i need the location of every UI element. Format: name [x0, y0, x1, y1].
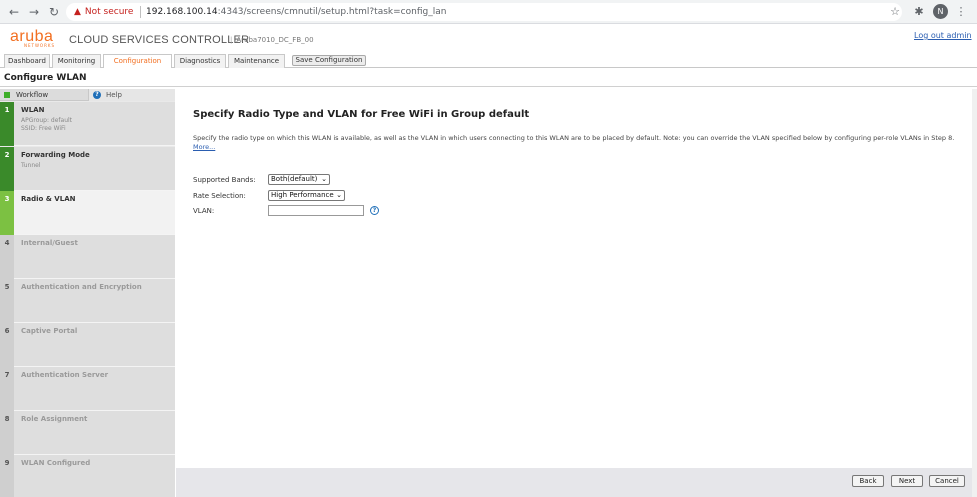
- back-button[interactable]: Back: [852, 475, 884, 487]
- tab-monitoring[interactable]: Monitoring: [52, 54, 101, 68]
- more-link[interactable]: More...: [193, 143, 215, 151]
- extensions-icon[interactable]: ✱: [911, 4, 927, 20]
- reload-icon[interactable]: ↻: [46, 4, 62, 20]
- tab-diagnostics[interactable]: Diagnostics: [174, 54, 226, 68]
- step-number: 7: [0, 367, 14, 411]
- address-bar[interactable]: ▲ Not secure 192.168.100.14:4343/screens/…: [66, 3, 902, 21]
- workflow-sidebar: Workflow ? Help 1 WLAN APGroup: default …: [0, 89, 175, 497]
- workflow-tab[interactable]: Workflow: [16, 91, 48, 99]
- step-name: Authentication Server: [21, 371, 109, 379]
- back-icon[interactable]: ←: [6, 4, 22, 20]
- rate-selection-value: High Performance: [271, 191, 334, 199]
- tab-maintenance[interactable]: Maintenance: [228, 54, 285, 68]
- device-name: | Aruba7010_DC_FB_00: [230, 36, 314, 44]
- url-divider: [140, 6, 141, 18]
- sidebar-step-internal-guest[interactable]: 4 Internal/Guest: [0, 235, 175, 279]
- title-divider: [0, 86, 977, 87]
- main-tabs: Dashboard Monitoring Configuration Diagn…: [0, 54, 977, 68]
- browser-toolbar: ← → ↻ ▲ Not secure 192.168.100.14:4343/sc…: [0, 0, 977, 24]
- content-title: Specify Radio Type and VLAN for Free WiF…: [193, 109, 530, 120]
- supported-bands-value: Both(default): [271, 175, 318, 183]
- step-name: Internal/Guest: [21, 239, 78, 247]
- logout-link[interactable]: Log out admin: [914, 31, 972, 40]
- product-name: CLOUD SERVICES CONTROLLER: [69, 34, 250, 46]
- step-number: 5: [0, 279, 14, 323]
- vlan-help-icon[interactable]: ?: [370, 206, 379, 215]
- step-name: Authentication and Encryption: [21, 283, 142, 291]
- forward-icon[interactable]: →: [26, 4, 42, 20]
- sidebar-step-wlan[interactable]: 1 WLAN APGroup: default SSID: Free WiFi: [0, 102, 175, 146]
- logo-subtext: NETWORKS: [24, 43, 56, 48]
- vlan-label: VLAN:: [193, 207, 215, 215]
- tab-dashboard[interactable]: Dashboard: [4, 54, 50, 68]
- sidebar-step-radio-vlan[interactable]: 3 Radio & VLAN: [0, 191, 175, 235]
- content-scrollbar[interactable]: [972, 89, 977, 497]
- cancel-button[interactable]: Cancel: [929, 475, 965, 487]
- rate-selection-select[interactable]: High Performance ⌄: [268, 190, 345, 201]
- sidebar-step-forwarding-mode[interactable]: 2 Forwarding Mode Tunnel: [0, 147, 175, 191]
- workflow-square-icon: [4, 92, 10, 98]
- step-number: 8: [0, 411, 14, 455]
- vlan-row: VLAN: ?: [193, 205, 393, 217]
- step-number: 2: [0, 147, 14, 191]
- content-description: Specify the radio type on which this WLA…: [193, 134, 963, 152]
- step-name: Radio & VLAN: [21, 195, 76, 203]
- step-number: 3: [0, 191, 14, 235]
- step-number: 9: [0, 455, 14, 497]
- help-icon: ?: [93, 91, 101, 99]
- menu-icon[interactable]: ⋮: [953, 4, 969, 20]
- rate-selection-label: Rate Selection:: [193, 192, 246, 200]
- sidebar-step-authentication-server[interactable]: 7 Authentication Server: [0, 367, 175, 411]
- step-number: 4: [0, 235, 14, 279]
- help-label: Help: [106, 91, 122, 99]
- supported-bands-select[interactable]: Both(default) ⌄: [268, 174, 330, 185]
- sidebar-header: Workflow ? Help: [0, 89, 175, 101]
- url-text[interactable]: 192.168.100.14:4343/screens/cmnutil/setu…: [146, 6, 446, 18]
- step-name: WLAN: [21, 106, 45, 114]
- chevron-down-icon: ⌄: [321, 175, 327, 183]
- help-tab[interactable]: ? Help: [88, 89, 175, 101]
- app-header: aruba NETWORKS CLOUD SERVICES CONTROLLER…: [0, 24, 977, 54]
- rate-selection-row: Rate Selection: High Performance ⌄: [193, 190, 393, 202]
- logo-text: aruba: [10, 28, 54, 45]
- warning-icon: ▲: [74, 7, 81, 17]
- description-text: Specify the radio type on which this WLA…: [193, 134, 955, 142]
- content-body: Specify Radio Type and VLAN for Free WiF…: [176, 89, 972, 468]
- security-label: Not secure: [84, 7, 134, 17]
- step-number: 6: [0, 323, 14, 367]
- step-detail-mode: Tunnel: [21, 162, 41, 169]
- step-detail-ssid: SSID: Free WiFi: [21, 125, 66, 132]
- content-panel: Specify Radio Type and VLAN for Free WiF…: [176, 89, 977, 497]
- step-name: Forwarding Mode: [21, 151, 90, 159]
- sidebar-step-wlan-configured[interactable]: 9 WLAN Configured: [0, 455, 175, 497]
- device-label: Aruba7010_DC_FB_00: [236, 36, 314, 44]
- url-host: 192.168.100.14: [146, 7, 218, 17]
- profile-avatar[interactable]: N: [933, 4, 948, 19]
- step-name: WLAN Configured: [21, 459, 91, 467]
- sidebar-step-role-assignment[interactable]: 8 Role Assignment: [0, 411, 175, 455]
- page-title: Configure WLAN: [4, 73, 87, 83]
- step-name: Role Assignment: [21, 415, 88, 423]
- supported-bands-label: Supported Bands:: [193, 176, 256, 184]
- step-detail-apgroup: APGroup: default: [21, 117, 73, 124]
- tab-configuration[interactable]: Configuration: [103, 54, 172, 68]
- supported-bands-row: Supported Bands: Both(default) ⌄: [193, 174, 393, 186]
- step-number: 1: [0, 102, 14, 146]
- next-button[interactable]: Next: [891, 475, 923, 487]
- step-name: Captive Portal: [21, 327, 78, 335]
- sidebar-step-captive-portal[interactable]: 6 Captive Portal: [0, 323, 175, 367]
- url-path: :4343/screens/cmnutil/setup.html?task=co…: [217, 7, 447, 17]
- security-indicator[interactable]: ▲ Not secure: [74, 6, 133, 18]
- vlan-input[interactable]: [268, 205, 364, 216]
- star-icon[interactable]: ☆: [887, 4, 903, 20]
- chevron-down-icon: ⌄: [336, 191, 342, 199]
- save-configuration-button[interactable]: Save Configuration: [292, 55, 366, 66]
- aruba-logo: aruba NETWORKS: [10, 28, 56, 48]
- sidebar-step-authentication-encryption[interactable]: 5 Authentication and Encryption: [0, 279, 175, 323]
